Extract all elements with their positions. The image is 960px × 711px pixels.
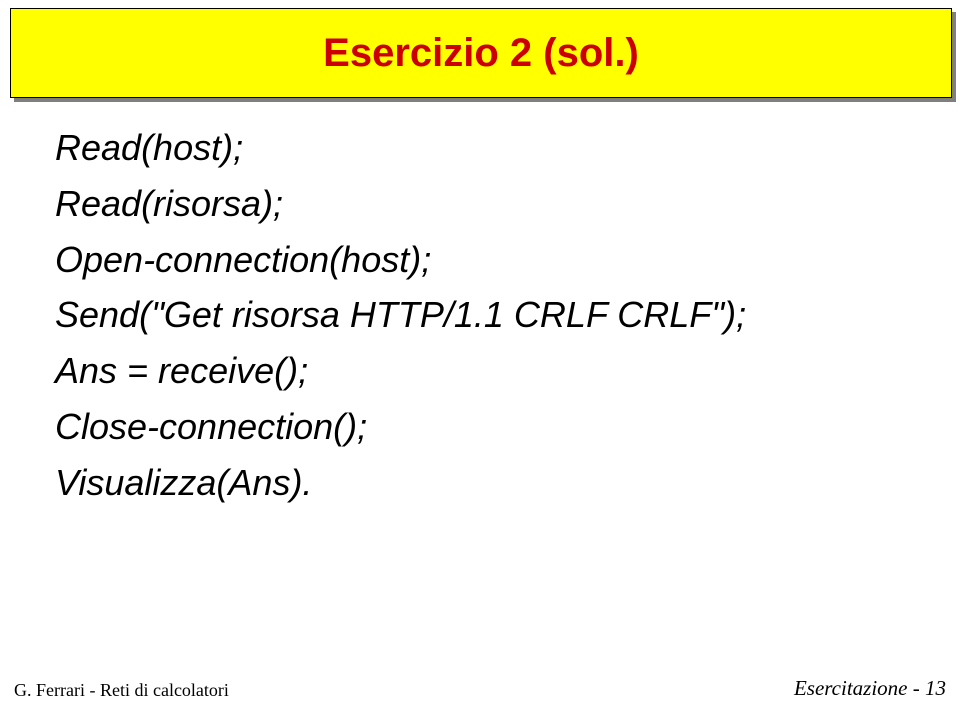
- slide: Esercizio 2 (sol.) Read(host); Read(riso…: [0, 0, 960, 711]
- code-line-7: Visualizza(Ans).: [55, 455, 905, 511]
- title-text: Esercizio 2 (sol.): [323, 31, 639, 76]
- code-line-1: Read(host);: [55, 120, 905, 176]
- code-line-5: Ans = receive();: [55, 343, 905, 399]
- code-line-2: Read(risorsa);: [55, 176, 905, 232]
- title-bar: Esercizio 2 (sol.): [10, 8, 952, 98]
- footer-left: G. Ferrari - Reti di calcolatori: [14, 680, 229, 701]
- footer-right: Esercitazione - 13: [794, 676, 946, 701]
- code-line-6: Close-connection();: [55, 399, 905, 455]
- code-line-3: Open-connection(host);: [55, 232, 905, 288]
- code-line-4: Send("Get risorsa HTTP/1.1 CRLF CRLF");: [55, 287, 905, 343]
- body-text: Read(host); Read(risorsa); Open-connecti…: [55, 120, 905, 511]
